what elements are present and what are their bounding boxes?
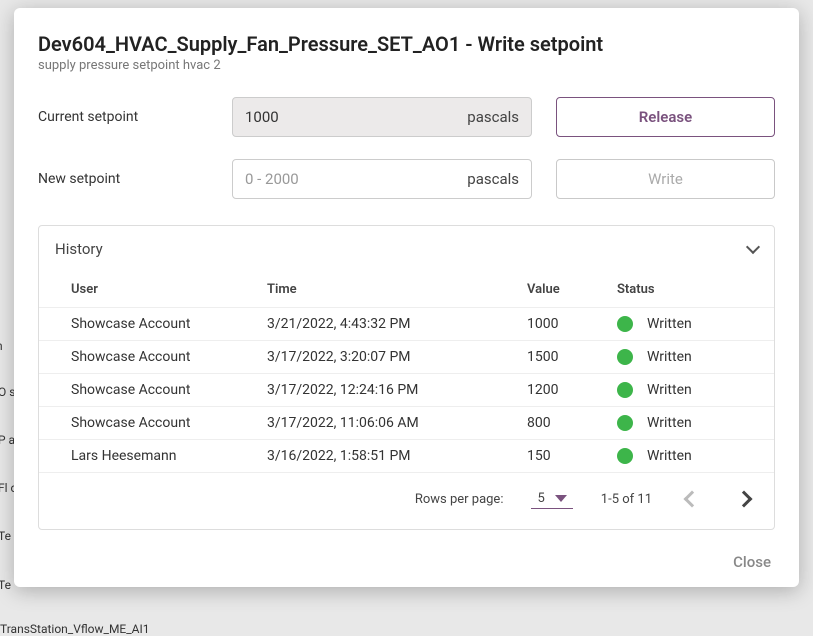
cell-status: Written bbox=[609, 341, 774, 374]
chevron-left-icon bbox=[684, 491, 701, 508]
current-setpoint-row: Current setpoint 1000 pascals Release bbox=[38, 97, 775, 137]
table-row: Showcase Account3/17/2022, 11:06:06 AM80… bbox=[39, 407, 774, 440]
status-dot-icon bbox=[617, 415, 633, 431]
new-setpoint-row: New setpoint 0 - 2000 pascals Write bbox=[38, 159, 775, 199]
bg-text: P a bbox=[0, 434, 15, 446]
dialog-title: Dev604_HVAC_Supply_Fan_Pressure_SET_AO1 … bbox=[38, 32, 775, 56]
status-dot-icon bbox=[617, 349, 633, 365]
status-text: Written bbox=[647, 316, 692, 332]
new-setpoint-unit: pascals bbox=[467, 170, 519, 188]
rows-per-page-label: Rows per page: bbox=[415, 492, 504, 507]
table-row: Showcase Account3/17/2022, 3:20:07 PM150… bbox=[39, 341, 774, 374]
cell-value: 150 bbox=[519, 440, 609, 473]
status-text: Written bbox=[647, 448, 692, 464]
status-dot-icon bbox=[617, 382, 633, 398]
table-row: Showcase Account3/21/2022, 4:43:32 PM100… bbox=[39, 308, 774, 341]
write-button[interactable]: Write bbox=[556, 159, 775, 199]
cell-status: Written bbox=[609, 407, 774, 440]
cell-status: Written bbox=[609, 308, 774, 341]
cell-time: 3/16/2022, 1:58:51 PM bbox=[259, 440, 519, 473]
dropdown-triangle-icon bbox=[555, 495, 567, 502]
col-time: Time bbox=[259, 272, 519, 308]
dialog-footer: Close bbox=[38, 530, 775, 571]
table-pager: Rows per page: 5 1-5 of 11 bbox=[39, 473, 774, 529]
bg-text: h bbox=[0, 339, 3, 353]
status-text: Written bbox=[647, 349, 692, 365]
pager-range: 1-5 of 11 bbox=[601, 492, 652, 507]
new-setpoint-placeholder: 0 - 2000 bbox=[245, 170, 467, 188]
cell-time: 3/17/2022, 3:20:07 PM bbox=[259, 341, 519, 374]
cell-status: Written bbox=[609, 440, 774, 473]
cell-user: Showcase Account bbox=[39, 407, 259, 440]
cell-value: 1200 bbox=[519, 374, 609, 407]
history-panel: History User Time Value Status Showcase … bbox=[38, 225, 775, 530]
cell-user: Showcase Account bbox=[39, 341, 259, 374]
history-table: User Time Value Status Showcase Account3… bbox=[39, 272, 774, 473]
current-setpoint-field: 1000 pascals bbox=[232, 97, 532, 137]
bg-text: TransStation_Vflow_ME_AI1 bbox=[0, 622, 149, 636]
cell-time: 3/21/2022, 4:43:32 PM bbox=[259, 308, 519, 341]
col-user: User bbox=[39, 272, 259, 308]
release-button[interactable]: Release bbox=[556, 97, 775, 137]
cell-value: 1000 bbox=[519, 308, 609, 341]
cell-user: Lars Heesemann bbox=[39, 440, 259, 473]
cell-value: 1500 bbox=[519, 341, 609, 374]
rows-per-page-select[interactable]: 5 bbox=[531, 489, 572, 509]
history-header[interactable]: History bbox=[39, 226, 774, 272]
cell-value: 800 bbox=[519, 407, 609, 440]
rows-per-page-value: 5 bbox=[537, 491, 544, 506]
cell-time: 3/17/2022, 11:06:06 AM bbox=[259, 407, 519, 440]
current-setpoint-unit: pascals bbox=[467, 108, 519, 126]
close-button[interactable]: Close bbox=[733, 553, 771, 571]
history-label: History bbox=[55, 240, 103, 258]
cell-user: Showcase Account bbox=[39, 374, 259, 407]
dialog-subtitle: supply pressure setpoint hvac 2 bbox=[38, 58, 775, 73]
current-setpoint-label: Current setpoint bbox=[38, 109, 208, 125]
col-value: Value bbox=[519, 272, 609, 308]
table-row: Lars Heesemann3/16/2022, 1:58:51 PM150 Wr… bbox=[39, 440, 774, 473]
table-row: Showcase Account3/17/2022, 12:24:16 PM12… bbox=[39, 374, 774, 407]
chevron-right-icon bbox=[736, 491, 753, 508]
col-status: Status bbox=[609, 272, 774, 308]
cell-user: Showcase Account bbox=[39, 308, 259, 341]
write-setpoint-dialog: Dev604_HVAC_Supply_Fan_Pressure_SET_AO1 … bbox=[14, 8, 799, 587]
cell-time: 3/17/2022, 12:24:16 PM bbox=[259, 374, 519, 407]
status-text: Written bbox=[647, 415, 692, 431]
status-dot-icon bbox=[617, 316, 633, 332]
status-text: Written bbox=[647, 382, 692, 398]
chevron-down-icon bbox=[746, 240, 760, 254]
pager-next-button[interactable] bbox=[732, 487, 756, 511]
cell-status: Written bbox=[609, 374, 774, 407]
new-setpoint-label: New setpoint bbox=[38, 171, 208, 187]
current-setpoint-value: 1000 bbox=[245, 108, 467, 126]
status-dot-icon bbox=[617, 448, 633, 464]
bg-text: Te bbox=[0, 578, 11, 592]
pager-prev-button[interactable] bbox=[680, 487, 704, 511]
new-setpoint-field[interactable]: 0 - 2000 pascals bbox=[232, 159, 532, 199]
